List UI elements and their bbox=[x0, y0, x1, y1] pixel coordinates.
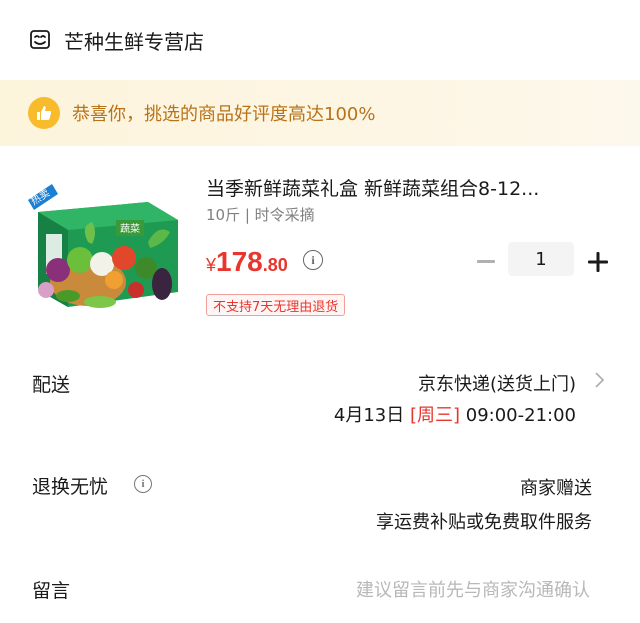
returns-desc: 享运费补贴或免费取件服务 bbox=[376, 512, 592, 533]
delivery-window: 09:00-21:00 bbox=[465, 405, 576, 426]
price-decimal: .80 bbox=[262, 255, 288, 275]
praise-text: 恭喜你，挑选的商品好评度高达100% bbox=[72, 104, 376, 125]
store-icon bbox=[30, 30, 50, 49]
price-currency: ¥ bbox=[206, 255, 217, 275]
price-integer: 178 bbox=[216, 246, 263, 277]
return-policy-badge: 不支持7天无理由退货 bbox=[206, 294, 346, 316]
message-input[interactable]: 建议留言前先与商家沟通确认 bbox=[356, 576, 590, 602]
box-label: 蔬菜 bbox=[120, 223, 140, 235]
store-name[interactable]: 芒种生鲜专营店 bbox=[64, 26, 204, 55]
product-card: 蔬菜 热卖 当季新鲜蔬菜礼盒 新鲜蔬菜组合8-12... 10斤 | 时令采摘 … bbox=[0, 146, 640, 340]
delivery-label: 配送 bbox=[32, 374, 71, 396]
delivery-date: 4月13日 bbox=[333, 405, 405, 426]
delivery-carrier[interactable]: 京东快递(送货上门) bbox=[418, 370, 576, 396]
product-price: ¥178.80 bbox=[206, 246, 288, 278]
praise-banner: 恭喜你，挑选的商品好评度高达100% bbox=[0, 80, 640, 146]
plus-icon bbox=[588, 252, 608, 272]
price-info-icon[interactable]: i bbox=[303, 250, 323, 270]
delivery-time[interactable]: 4月13日 [周三] 09:00-21:00 bbox=[334, 401, 576, 427]
returns-label: 退换无忧 bbox=[32, 476, 109, 498]
thumbs-up-icon bbox=[28, 97, 60, 129]
message-label: 留言 bbox=[32, 580, 71, 602]
quantity-decrease-button[interactable] bbox=[472, 246, 500, 278]
returns-info-icon[interactable]: i bbox=[134, 475, 152, 493]
product-spec[interactable]: 10斤 | 时令采摘 bbox=[206, 204, 315, 225]
chevron-right-icon[interactable] bbox=[594, 370, 606, 390]
store-header[interactable]: 芒种生鲜专营店 bbox=[0, 0, 640, 80]
product-title[interactable]: 当季新鲜蔬菜礼盒 新鲜蔬菜组合8-12... bbox=[206, 174, 606, 201]
product-image[interactable]: 蔬菜 热卖 bbox=[28, 172, 184, 322]
minus-icon bbox=[477, 260, 495, 263]
quantity-increase-button[interactable] bbox=[584, 246, 612, 278]
delivery-weekday: [周三] bbox=[409, 405, 461, 426]
quantity-input[interactable]: 1 bbox=[508, 242, 574, 276]
returns-title: 商家赠送 bbox=[520, 478, 592, 499]
